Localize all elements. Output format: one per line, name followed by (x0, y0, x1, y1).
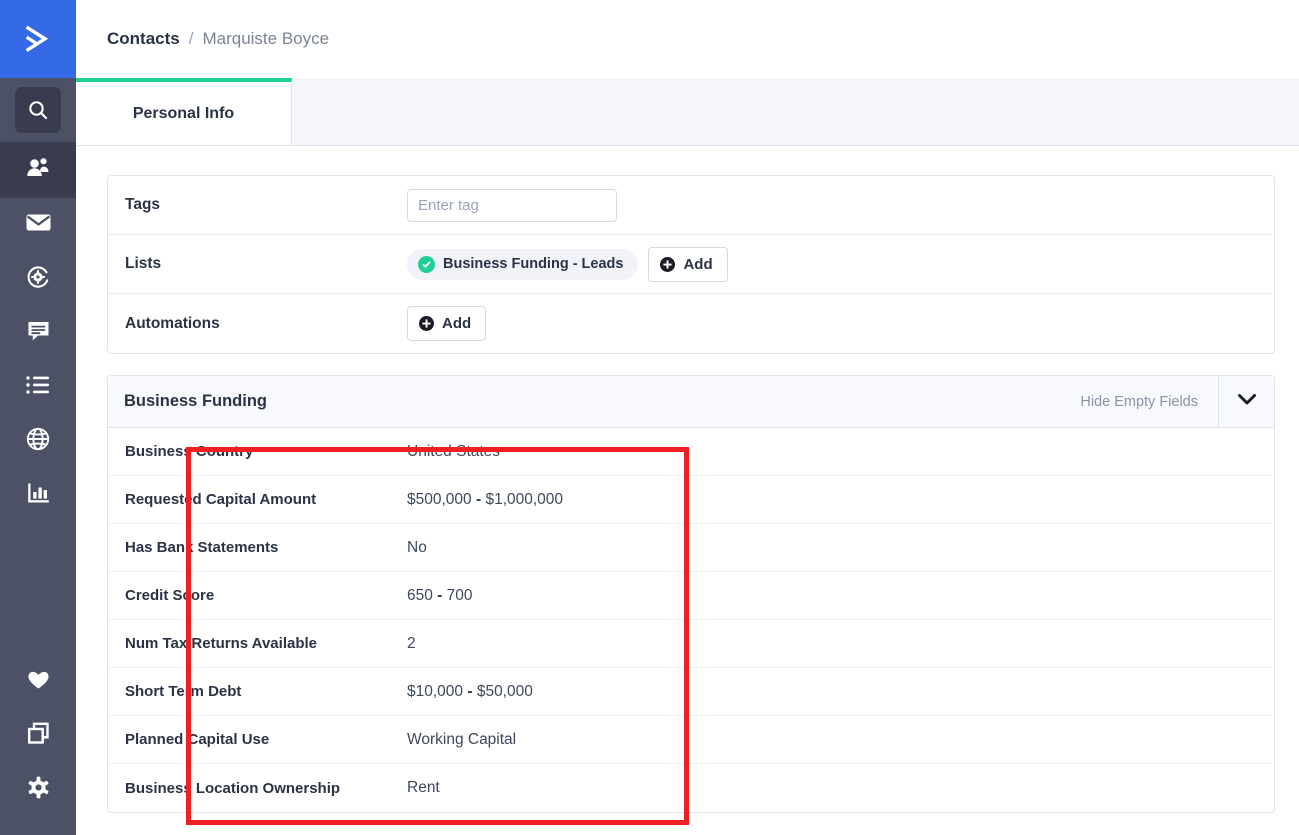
sidebar-nav-top (0, 78, 76, 522)
business-funding-header: Business Funding Hide Empty Fields (108, 376, 1274, 428)
field-label: Business Location Ownership (125, 779, 341, 797)
business-funding-fields: Business Country United States Requested… (108, 428, 1274, 812)
sidebar-item-automations[interactable] (0, 252, 76, 306)
lists-row: Lists Business Funding - Leads Add (108, 235, 1274, 294)
breadcrumb-contacts-link[interactable]: Contacts (107, 29, 180, 49)
settings-gear-icon (26, 775, 51, 805)
table-row[interactable]: Credit Score 650 - 700 (108, 572, 1274, 620)
automations-row: Automations Add (108, 294, 1274, 353)
field-value: 650 - 700 (407, 586, 473, 604)
check-circle-icon (418, 255, 435, 273)
main-area: Contacts / Marquiste Boyce Personal Info… (76, 0, 1299, 835)
field-value: No (407, 538, 427, 556)
contacts-icon (25, 156, 51, 185)
table-row[interactable]: Planned Capital Use Working Capital (108, 716, 1274, 764)
activecampaign-logo[interactable] (0, 0, 76, 78)
automations-value: Add (407, 306, 487, 341)
apps-copy-icon (26, 721, 51, 751)
sidebar-item-settings[interactable] (0, 763, 76, 817)
sidebar-item-lists[interactable] (0, 360, 76, 414)
contact-details-card: Tags Lists Busi (107, 175, 1275, 354)
sidebar-item-conversations[interactable] (0, 306, 76, 360)
chevron-down-icon (1237, 393, 1257, 411)
field-value: $10,000 - $50,000 (407, 682, 533, 700)
sidebar-item-search[interactable] (0, 78, 76, 142)
field-value: 2 (407, 634, 416, 652)
sidebar-nav-bottom (0, 655, 76, 835)
chat-bubble-icon (26, 319, 51, 348)
section-title: Business Funding (124, 392, 268, 410)
collapse-section-button[interactable] (1218, 376, 1274, 427)
app-root: Contacts / Marquiste Boyce Personal Info… (0, 0, 1299, 835)
list-icon (25, 374, 51, 401)
automations-label: Automations (125, 314, 220, 332)
add-automation-button[interactable]: Add (407, 306, 487, 341)
tab-bar-filler (292, 78, 1299, 145)
list-chip-label: Business Funding - Leads (443, 256, 624, 272)
tags-row: Tags (108, 176, 1274, 235)
sidebar-item-reports[interactable] (0, 468, 76, 522)
field-value: Working Capital (407, 730, 517, 748)
table-row[interactable]: Short Term Debt $10,000 - $50,000 (108, 668, 1274, 716)
add-automation-label: Add (442, 315, 472, 332)
content-area: Tags Lists Busi (76, 146, 1299, 813)
lists-label: Lists (125, 255, 162, 272)
envelope-icon (25, 212, 52, 238)
sidebar-item-contacts[interactable] (0, 142, 76, 198)
tags-value (407, 188, 617, 222)
hide-empty-fields-label: Hide Empty Fields (1080, 393, 1198, 410)
add-list-label: Add (683, 255, 713, 273)
table-row[interactable]: Has Bank Statements No (108, 524, 1274, 572)
breadcrumb-separator: / (188, 29, 194, 48)
tags-input[interactable] (407, 188, 617, 222)
table-row[interactable]: Requested Capital Amount $500,000 - $1,0… (108, 476, 1274, 524)
globe-icon (25, 426, 51, 457)
left-sidebar (0, 0, 76, 835)
tab-personal-info-label: Personal Info (132, 104, 235, 122)
heart-icon (26, 668, 51, 696)
list-chip[interactable]: Business Funding - Leads (407, 248, 639, 280)
tags-label: Tags (125, 196, 161, 213)
sidebar-item-apps[interactable] (0, 709, 76, 763)
plus-icon (419, 316, 434, 331)
tab-bar: Personal Info (76, 78, 1299, 146)
sidebar-item-website[interactable] (0, 414, 76, 468)
field-label: Num Tax Returns Available (125, 635, 317, 652)
table-row[interactable]: Business Location Ownership Rent (108, 764, 1274, 812)
hide-empty-fields-button[interactable]: Hide Empty Fields (1060, 376, 1218, 427)
field-value: Rent (407, 779, 440, 796)
field-value: $500,000 - $1,000,000 (407, 490, 564, 508)
bar-chart-icon (26, 481, 51, 510)
table-row[interactable]: Num Tax Returns Available 2 (108, 620, 1274, 668)
field-label: Has Bank Statements (125, 539, 279, 556)
plus-icon (660, 256, 676, 272)
tab-personal-info[interactable]: Personal Info (76, 78, 292, 145)
automations-gear-icon (25, 264, 51, 295)
lists-value: Business Funding - Leads Add (407, 246, 728, 282)
business-funding-card: Business Funding Hide Empty Fields Busin… (107, 375, 1275, 813)
search-icon[interactable] (15, 87, 61, 133)
breadcrumb-current-contact: Marquiste Boyce (202, 29, 330, 48)
add-list-button[interactable]: Add (648, 246, 728, 282)
field-label: Credit Score (125, 587, 215, 604)
field-label: Business Country (125, 443, 254, 460)
field-label: Short Term Debt (125, 683, 242, 700)
field-label: Requested Capital Amount (125, 491, 317, 508)
sidebar-item-favorites[interactable] (0, 655, 76, 709)
field-value: United States (407, 442, 501, 460)
sidebar-item-campaigns[interactable] (0, 198, 76, 252)
field-label: Planned Capital Use (125, 731, 270, 748)
table-row[interactable]: Business Country United States (108, 428, 1274, 476)
breadcrumb: Contacts / Marquiste Boyce (76, 0, 1299, 78)
